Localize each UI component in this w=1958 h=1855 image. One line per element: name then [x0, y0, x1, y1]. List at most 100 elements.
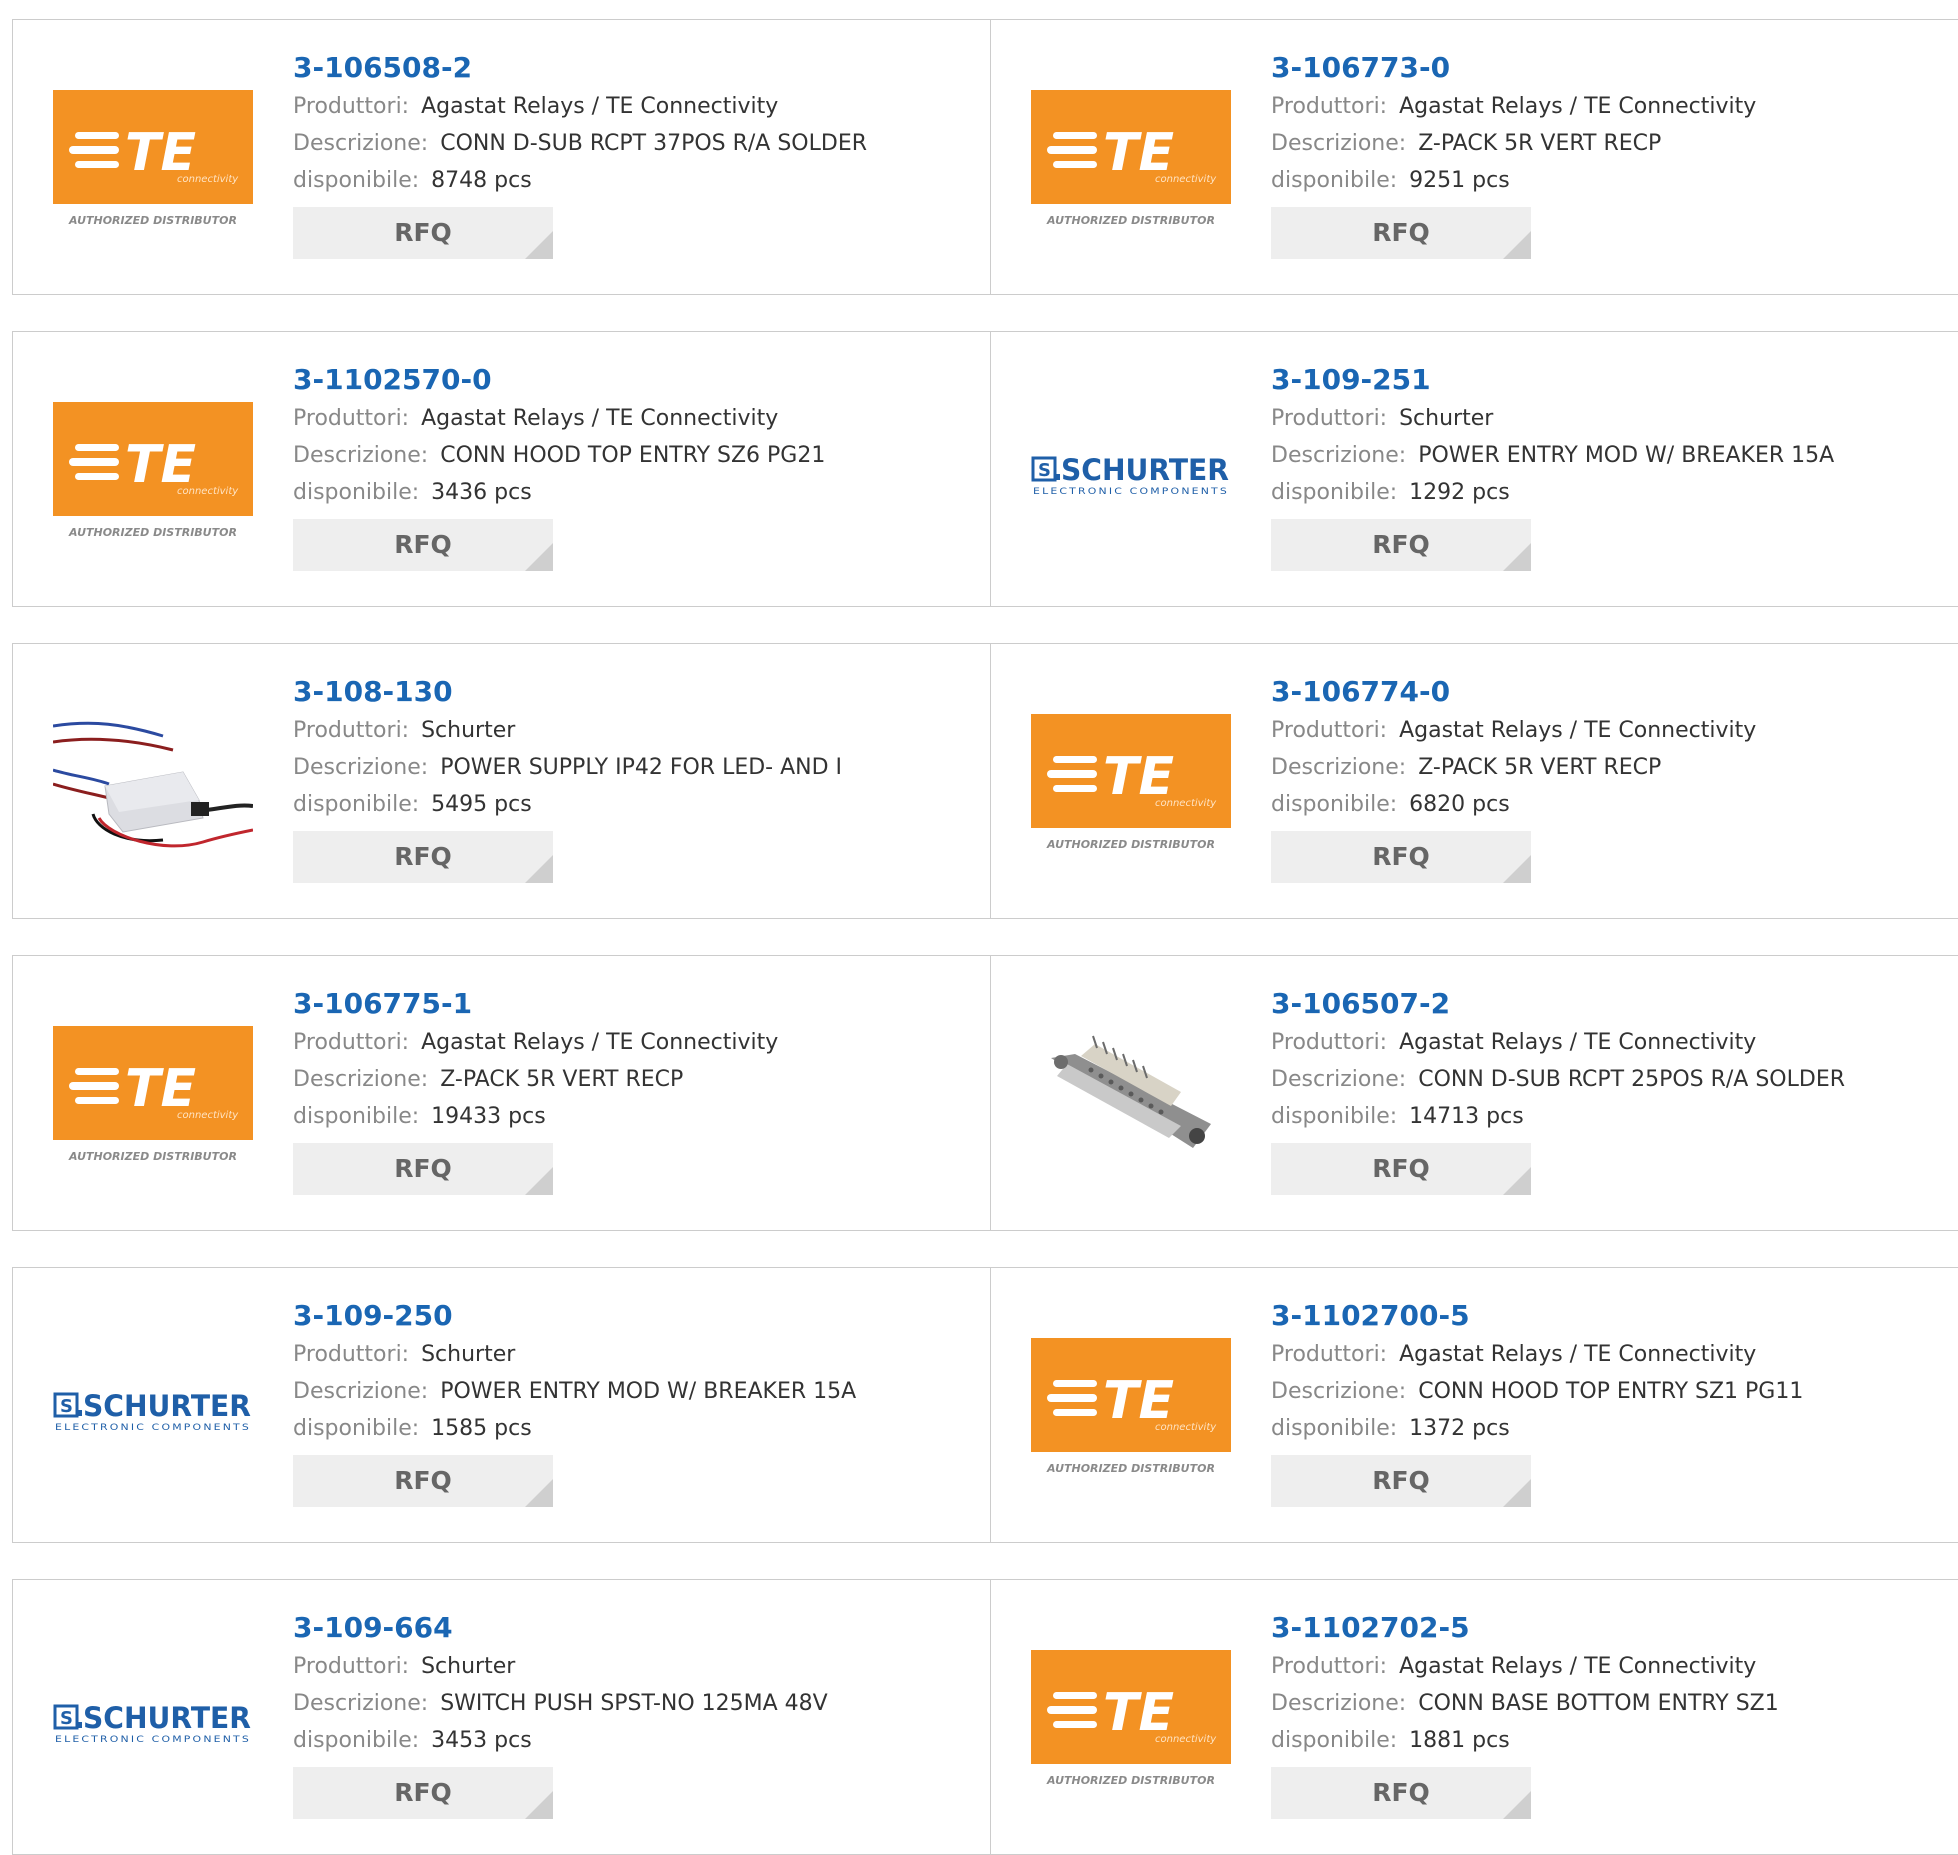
product-image[interactable]: TE connectivity AUTHORIZED DISTRIBUTOR [53, 1026, 253, 1166]
stock-label: disponibile: [1271, 1416, 1398, 1441]
stock-label: disponibile: [293, 168, 420, 193]
product-image[interactable]: S SCHURTER ELECTRONIC COMPONENTS [53, 1338, 253, 1478]
stock-row: disponibile: 6820 pcs [1271, 786, 1948, 823]
part-number-link[interactable]: 3-106773-0 [1271, 48, 1948, 88]
manufacturer-label: Produttori: [1271, 406, 1388, 431]
stock-row: disponibile: 5495 pcs [293, 786, 970, 823]
svg-text:connectivity: connectivity [1155, 798, 1217, 809]
description-row: Descrizione: CONN HOOD TOP ENTRY SZ1 PG11 [1271, 1373, 1948, 1410]
svg-text:ELECTRONIC COMPONENTS: ELECTRONIC COMPONENTS [1033, 487, 1229, 497]
description-value: SWITCH PUSH SPST-NO 125MA 48V [440, 1691, 828, 1716]
corner-triangle-icon [525, 1479, 553, 1507]
part-number-link[interactable]: 3-1102702-5 [1271, 1608, 1948, 1648]
product-image[interactable] [1031, 1026, 1231, 1166]
product-card: TE connectivity AUTHORIZED DISTRIBUTOR 3-11… [12, 331, 991, 607]
stock-label: disponibile: [293, 1728, 420, 1753]
stock-label: disponibile: [293, 1416, 420, 1441]
rfq-button[interactable]: RFQ [1271, 1767, 1531, 1819]
svg-text:connectivity: connectivity [1155, 1422, 1217, 1433]
stock-value: 14713 pcs [1409, 1104, 1524, 1129]
stock-label: disponibile: [1271, 480, 1398, 505]
rfq-button[interactable]: RFQ [293, 519, 553, 571]
part-number-link[interactable]: 3-109-251 [1271, 360, 1948, 400]
product-card: TE connectivity AUTHORIZED DISTRIBUTOR 3-10… [990, 19, 1958, 295]
rfq-button[interactable]: RFQ [293, 1455, 553, 1507]
product-image[interactable]: S SCHURTER ELECTRONIC COMPONENTS [53, 1650, 253, 1790]
product-image[interactable]: S SCHURTER ELECTRONIC COMPONENTS [1031, 402, 1231, 542]
description-value: CONN BASE BOTTOM ENTRY SZ1 [1418, 1691, 1779, 1716]
rfq-button[interactable]: RFQ [293, 1143, 553, 1195]
svg-text:AUTHORIZED DISTRIBUTOR: AUTHORIZED DISTRIBUTOR [1046, 1774, 1215, 1787]
description-label: Descrizione: [293, 443, 429, 468]
part-number-link[interactable]: 3-106774-0 [1271, 672, 1948, 712]
product-info: 3-108-130 Produttori: Schurter Descrizione:… [293, 672, 970, 883]
product-image[interactable]: TE connectivity AUTHORIZED DISTRIBUTOR [1031, 1650, 1231, 1790]
product-image[interactable]: TE connectivity AUTHORIZED DISTRIBUTOR [1031, 1338, 1231, 1478]
manufacturer-value: Agastat Relays / TE Connectivity [1399, 718, 1757, 743]
part-number-link[interactable]: 3-106507-2 [1271, 984, 1948, 1024]
rfq-button[interactable]: RFQ [293, 1767, 553, 1819]
manufacturer-row: Produttori: Agastat Relays / TE Connectiv… [1271, 1024, 1948, 1061]
stock-value: 8748 pcs [431, 168, 532, 193]
stock-row: disponibile: 1292 pcs [1271, 474, 1948, 511]
rfq-button[interactable]: RFQ [1271, 519, 1531, 571]
description-label: Descrizione: [1271, 443, 1407, 468]
svg-text:connectivity: connectivity [177, 174, 239, 185]
corner-triangle-icon [525, 231, 553, 259]
manufacturer-row: Produttori: Agastat Relays / TE Connectiv… [1271, 88, 1948, 125]
manufacturer-label: Produttori: [293, 1342, 410, 1367]
te-connectivity-logo: TEconnectivityAUTHORIZED DISTRIBUTOR [1031, 714, 1231, 851]
description-row: Descrizione: Z-PACK 5R VERT RECP [1271, 749, 1948, 786]
rfq-button[interactable]: RFQ [1271, 207, 1531, 259]
manufacturer-label: Produttori: [1271, 718, 1388, 743]
part-number-link[interactable]: 3-109-250 [293, 1296, 970, 1336]
manufacturer-label: Produttori: [293, 94, 410, 119]
corner-triangle-icon [525, 1791, 553, 1819]
stock-label: disponibile: [1271, 168, 1398, 193]
part-number-link[interactable]: 3-106508-2 [293, 48, 970, 88]
rfq-button[interactable]: RFQ [293, 831, 553, 883]
product-image[interactable]: TE connectivity AUTHORIZED DISTRIBUTOR [1031, 90, 1231, 230]
manufacturer-row: Produttori: Agastat Relays / TE Connectiv… [293, 1024, 970, 1061]
rfq-button[interactable]: RFQ [1271, 831, 1531, 883]
stock-label: disponibile: [1271, 792, 1398, 817]
product-image[interactable] [52, 714, 254, 854]
product-image[interactable]: TE connectivity AUTHORIZED DISTRIBUTOR [1031, 714, 1231, 854]
te-connectivity-logo: TEconnectivityAUTHORIZED DISTRIBUTOR [1031, 1338, 1231, 1475]
manufacturer-row: Produttori: Agastat Relays / TE Connectiv… [1271, 712, 1948, 749]
svg-text:AUTHORIZED DISTRIBUTOR: AUTHORIZED DISTRIBUTOR [68, 1150, 237, 1163]
part-number-link[interactable]: 3-108-130 [293, 672, 970, 712]
description-value: CONN D-SUB RCPT 25POS R/A SOLDER [1418, 1067, 1846, 1092]
svg-text:AUTHORIZED DISTRIBUTOR: AUTHORIZED DISTRIBUTOR [1046, 214, 1215, 227]
product-grid: TE connectivity AUTHORIZED DISTRIBUTOR 3-10… [0, 0, 1958, 1855]
rfq-button[interactable]: RFQ [293, 207, 553, 259]
rfq-button[interactable]: RFQ [1271, 1455, 1531, 1507]
manufacturer-label: Produttori: [1271, 1654, 1388, 1679]
svg-text:ELECTRONIC COMPONENTS: ELECTRONIC COMPONENTS [55, 1423, 251, 1433]
description-row: Descrizione: CONN BASE BOTTOM ENTRY SZ1 [1271, 1685, 1948, 1722]
product-card: S SCHURTER ELECTRONIC COMPONENTS 3-109-664 P… [12, 1579, 991, 1855]
svg-text:SCHURTER: SCHURTER [83, 1701, 251, 1735]
svg-text:S: S [1038, 460, 1051, 481]
part-number-link[interactable]: 3-1102570-0 [293, 360, 970, 400]
rfq-button[interactable]: RFQ [1271, 1143, 1531, 1195]
stock-value: 3436 pcs [431, 480, 532, 505]
part-number-link[interactable]: 3-106775-1 [293, 984, 970, 1024]
part-number-link[interactable]: 3-1102700-5 [1271, 1296, 1948, 1336]
svg-text:SCHURTER: SCHURTER [83, 1389, 251, 1423]
product-image[interactable]: TE connectivity AUTHORIZED DISTRIBUTOR [53, 402, 253, 542]
product-card: TE connectivity AUTHORIZED DISTRIBUTOR 3-10… [12, 955, 991, 1231]
corner-triangle-icon [1503, 1791, 1531, 1819]
stock-label: disponibile: [293, 480, 420, 505]
description-value: POWER ENTRY MOD W/ BREAKER 15A [1418, 443, 1835, 468]
description-label: Descrizione: [1271, 1691, 1407, 1716]
product-card: 3-108-130 Produttori: Schurter Descrizione:… [12, 643, 991, 919]
svg-text:connectivity: connectivity [1155, 1734, 1217, 1745]
description-value: CONN D-SUB RCPT 37POS R/A SOLDER [440, 131, 868, 156]
stock-value: 1881 pcs [1409, 1728, 1510, 1753]
product-card: TE connectivity AUTHORIZED DISTRIBUTOR 3-11… [990, 1579, 1958, 1855]
product-image[interactable]: TE connectivity AUTHORIZED DISTRIBUTOR [53, 90, 253, 230]
part-number-link[interactable]: 3-109-664 [293, 1608, 970, 1648]
rfq-button-label: RFQ [394, 1778, 452, 1807]
product-card: S SCHURTER ELECTRONIC COMPONENTS 3-109-251 P… [990, 331, 1958, 607]
